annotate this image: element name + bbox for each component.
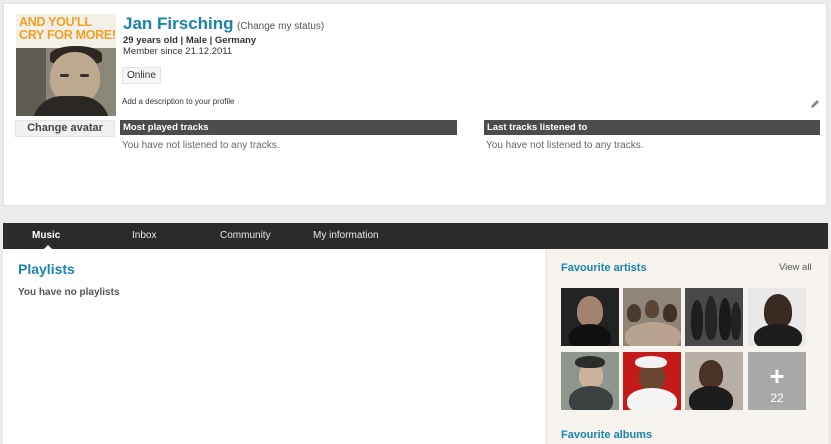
most-played-header: Most played tracks: [120, 120, 457, 135]
artist-thumbnail[interactable]: [561, 288, 619, 346]
artist-thumbnail[interactable]: [561, 352, 619, 410]
avatar-poster: AND YOU'LL CRY FOR MORE!: [16, 14, 116, 48]
member-since: Member since 21.12.2011: [123, 46, 233, 57]
add-description-link[interactable]: Add a description to your profile: [122, 97, 235, 106]
tab-bar: Music Inbox Community My information: [3, 223, 828, 249]
profile-card: AND YOU'LL CRY FOR MORE! Change avatar J…: [3, 3, 827, 206]
profile-details: 29 years old | Male | Germany: [123, 35, 257, 46]
change-avatar-button[interactable]: Change avatar: [15, 120, 115, 137]
music-content: Playlists You have no playlists Favourit…: [3, 249, 828, 444]
artist-thumbnail[interactable]: [685, 352, 743, 410]
playlists-empty: You have no playlists: [18, 287, 120, 298]
status-badge: Online: [122, 67, 161, 84]
avatar[interactable]: AND YOU'LL CRY FOR MORE!: [16, 14, 116, 116]
last-tracks-header: Last tracks listened to: [484, 120, 820, 135]
last-tracks-empty: You have not listened to any tracks.: [486, 140, 644, 151]
artist-thumbnail[interactable]: [685, 288, 743, 346]
avatar-poster-text: AND YOU'LL CRY FOR MORE!: [19, 15, 116, 42]
artist-thumbnail[interactable]: [623, 352, 681, 410]
pencil-icon[interactable]: [810, 99, 820, 109]
favourite-artists-title[interactable]: Favourite artists: [561, 262, 647, 274]
sidebar-favourites: Favourite artists View all + 22 Favourit…: [546, 249, 828, 444]
tab-inbox[interactable]: Inbox: [132, 223, 156, 249]
artist-thumbnail[interactable]: [748, 288, 806, 346]
more-artists-button[interactable]: + 22: [748, 352, 806, 410]
artist-thumbnail[interactable]: [623, 288, 681, 346]
profile-name: Jan Firsching: [123, 14, 234, 33]
more-artists-count: 22: [770, 391, 784, 405]
tab-music[interactable]: Music: [32, 223, 60, 249]
change-status-link[interactable]: (Change my status): [237, 21, 324, 32]
tab-my-information[interactable]: My information: [313, 223, 379, 249]
most-played-empty: You have not listened to any tracks.: [122, 140, 280, 151]
tab-community[interactable]: Community: [220, 223, 271, 249]
view-all-link[interactable]: View all: [779, 262, 812, 273]
favourite-albums-title[interactable]: Favourite albums: [561, 429, 652, 441]
plus-icon: +: [769, 361, 785, 391]
playlists-title: Playlists: [18, 261, 75, 277]
